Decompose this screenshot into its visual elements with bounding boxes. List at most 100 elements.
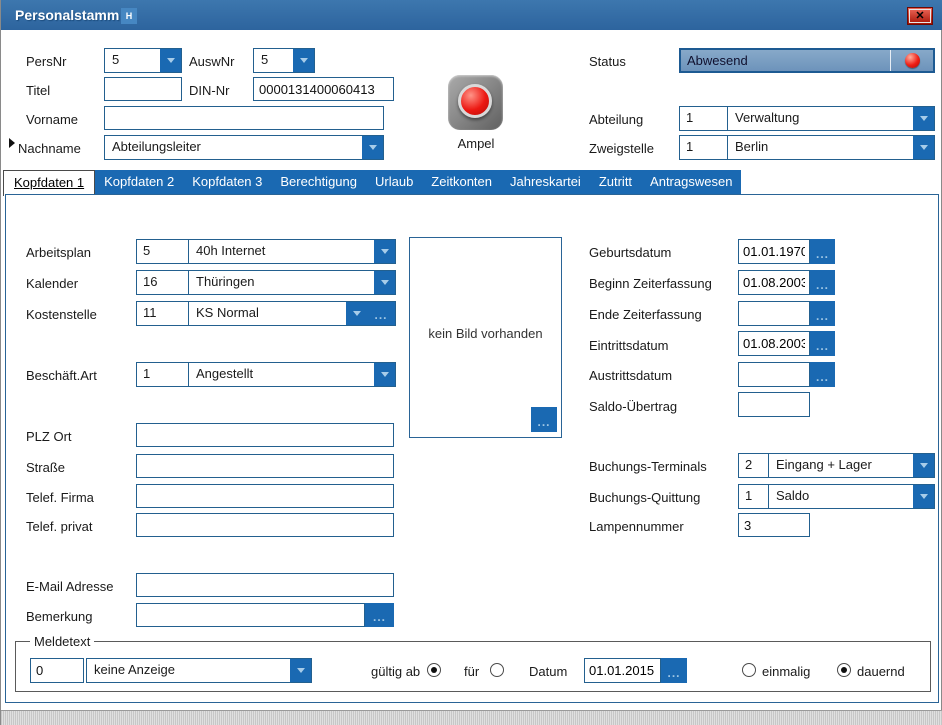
beschaeftart-combobox[interactable]: 1 Angestellt bbox=[136, 362, 396, 387]
chevron-down-icon bbox=[381, 372, 389, 377]
teleffirma-input[interactable] bbox=[136, 484, 394, 508]
arbeitsplan-dropdown-button[interactable] bbox=[374, 240, 395, 263]
dinnr-input[interactable] bbox=[253, 77, 394, 101]
persnr-dropdown-button[interactable] bbox=[160, 49, 181, 72]
abteilung-dropdown-button[interactable] bbox=[913, 107, 934, 130]
beschaeftart-number[interactable]: 1 bbox=[137, 363, 189, 386]
abteilung-number[interactable]: 1 bbox=[680, 107, 728, 130]
tab-berechtigung[interactable]: Berechtigung bbox=[271, 170, 366, 194]
photo-browse-button[interactable]: ... bbox=[531, 407, 557, 432]
datum-picker-button[interactable]: ... bbox=[661, 658, 687, 683]
beginnzeit-label: Beginn Zeiterfassung bbox=[589, 276, 712, 291]
title-bar: Personalstamm H ✕ bbox=[1, 0, 942, 30]
current-field-arrow-icon bbox=[9, 138, 15, 148]
meldetext-dropdown-button[interactable] bbox=[290, 659, 311, 682]
kostenstelle-number[interactable]: 11 bbox=[137, 302, 189, 325]
meldetext-combobox[interactable]: keine Anzeige bbox=[86, 658, 312, 683]
eintritt-picker-button[interactable]: ... bbox=[810, 331, 835, 356]
endezeit-input[interactable] bbox=[738, 301, 810, 326]
status-label: Status bbox=[589, 54, 626, 69]
fuer-radio[interactable] bbox=[490, 663, 504, 677]
teleffirma-label: Telef. Firma bbox=[26, 490, 94, 505]
persnr-combobox[interactable]: 5 bbox=[104, 48, 182, 73]
status-lamp-button[interactable] bbox=[891, 50, 933, 71]
tab-urlaub[interactable]: Urlaub bbox=[366, 170, 422, 194]
zweigstelle-number[interactable]: 1 bbox=[680, 136, 728, 159]
nachname-dropdown-button[interactable] bbox=[362, 136, 383, 159]
chevron-down-icon bbox=[167, 58, 175, 63]
zweigstelle-label: Zweigstelle bbox=[589, 141, 654, 156]
chevron-down-icon bbox=[920, 494, 928, 499]
einmalig-radio[interactable] bbox=[742, 663, 756, 677]
tab-jahreskartei[interactable]: Jahreskartei bbox=[501, 170, 590, 194]
ampel-button[interactable] bbox=[448, 75, 503, 130]
auswnr-combobox[interactable]: 5 bbox=[253, 48, 315, 73]
tab-bar: Kopfdaten 1 Kopfdaten 2 Kopfdaten 3 Bere… bbox=[3, 170, 741, 195]
kostenstelle-combobox[interactable]: 11 KS Normal ... bbox=[136, 301, 396, 326]
quittung-combobox[interactable]: 1 Saldo bbox=[738, 484, 935, 509]
terminals-combobox[interactable]: 2 Eingang + Lager bbox=[738, 453, 935, 478]
austritt-picker-button[interactable]: ... bbox=[810, 362, 835, 387]
close-button[interactable]: ✕ bbox=[907, 7, 933, 25]
dauernd-radio[interactable] bbox=[837, 663, 851, 677]
chevron-down-icon bbox=[381, 249, 389, 254]
auswnr-dropdown-button[interactable] bbox=[293, 49, 314, 72]
beginnzeit-input[interactable] bbox=[738, 270, 810, 295]
tab-antragswesen[interactable]: Antragswesen bbox=[641, 170, 741, 194]
chevron-down-icon bbox=[297, 668, 305, 673]
eintritt-input[interactable] bbox=[738, 331, 810, 356]
beschaeftart-dropdown-button[interactable] bbox=[374, 363, 395, 386]
abteilung-combobox[interactable]: 1 Verwaltung bbox=[679, 106, 935, 131]
arbeitsplan-number[interactable]: 5 bbox=[137, 240, 189, 263]
saldo-input[interactable] bbox=[738, 392, 810, 417]
kostenstelle-value: KS Normal bbox=[189, 302, 346, 325]
terminals-dropdown-button[interactable] bbox=[913, 454, 934, 477]
fuer-label: für bbox=[464, 664, 479, 679]
zweigstelle-combobox[interactable]: 1 Berlin bbox=[679, 135, 935, 160]
email-label: E-Mail Adresse bbox=[26, 579, 113, 594]
tab-zutritt[interactable]: Zutritt bbox=[590, 170, 641, 194]
quittung-number[interactable]: 1 bbox=[739, 485, 769, 508]
email-input[interactable] bbox=[136, 573, 394, 597]
endezeit-picker-button[interactable]: ... bbox=[810, 301, 835, 326]
lampe-input[interactable] bbox=[738, 513, 810, 537]
gueltig-ab-label: gültig ab bbox=[371, 664, 420, 679]
datum-input[interactable] bbox=[584, 658, 661, 683]
gueltig-ab-radio[interactable] bbox=[427, 663, 441, 677]
kalender-combobox[interactable]: 16 Thüringen bbox=[136, 270, 396, 295]
photo-placeholder: kein Bild vorhanden ... bbox=[409, 237, 562, 438]
meldetext-number-input[interactable] bbox=[30, 658, 84, 683]
datum-label: Datum bbox=[529, 664, 567, 679]
austritt-input[interactable] bbox=[738, 362, 810, 387]
strasse-input[interactable] bbox=[136, 454, 394, 478]
geburtsdatum-picker-button[interactable]: ... bbox=[810, 239, 835, 264]
tab-kopfdaten-2[interactable]: Kopfdaten 2 bbox=[95, 170, 183, 194]
beginnzeit-picker-button[interactable]: ... bbox=[810, 270, 835, 295]
kalender-number[interactable]: 16 bbox=[137, 271, 189, 294]
bemerkung-browse-button[interactable]: ... bbox=[365, 603, 394, 627]
geburtsdatum-input[interactable] bbox=[738, 239, 810, 264]
chevron-down-icon bbox=[381, 280, 389, 285]
bemerkung-input[interactable] bbox=[136, 603, 365, 627]
plzort-input[interactable] bbox=[136, 423, 394, 447]
quittung-dropdown-button[interactable] bbox=[913, 485, 934, 508]
tab-kopfdaten-1[interactable]: Kopfdaten 1 bbox=[3, 170, 95, 196]
kostenstelle-dropdown-button[interactable] bbox=[346, 302, 367, 325]
tab-kopfdaten-3[interactable]: Kopfdaten 3 bbox=[183, 170, 271, 194]
zweigstelle-dropdown-button[interactable] bbox=[913, 136, 934, 159]
terminals-number[interactable]: 2 bbox=[739, 454, 769, 477]
chevron-down-icon bbox=[920, 463, 928, 468]
vorname-input[interactable] bbox=[104, 106, 384, 130]
saldo-label: Saldo-Übertrag bbox=[589, 399, 677, 414]
titel-input[interactable] bbox=[104, 77, 182, 101]
arbeitsplan-combobox[interactable]: 5 40h Internet bbox=[136, 239, 396, 264]
beschaeftart-value: Angestellt bbox=[189, 363, 374, 386]
telefprivat-input[interactable] bbox=[136, 513, 394, 537]
kostenstelle-browse-button[interactable]: ... bbox=[367, 302, 395, 325]
nachname-value: Abteilungsleiter bbox=[105, 136, 362, 159]
auswnr-value: 5 bbox=[254, 49, 293, 72]
kalender-dropdown-button[interactable] bbox=[374, 271, 395, 294]
abteilung-value: Verwaltung bbox=[728, 107, 913, 130]
nachname-combobox[interactable]: Abteilungsleiter bbox=[104, 135, 384, 160]
tab-zeitkonten[interactable]: Zeitkonten bbox=[422, 170, 501, 194]
